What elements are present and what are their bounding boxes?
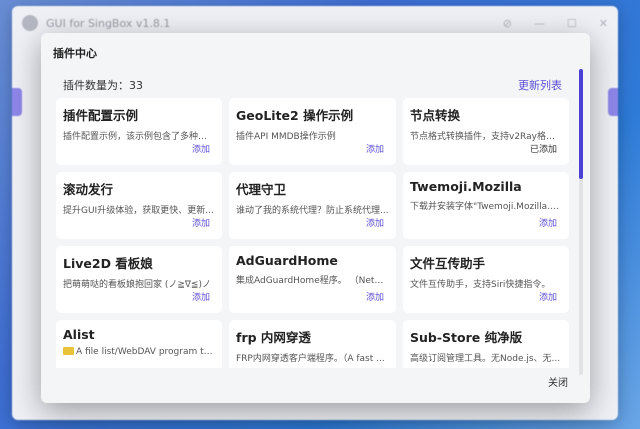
background-accent-right [608,88,618,116]
app-logo-icon [22,15,38,31]
plugin-title: 滚动发行 [63,182,114,197]
plugin-title: Live2D 看板娘 [63,256,153,271]
add-plugin-button[interactable]: 添加 [539,216,557,229]
plugin-card: frp 内网穿透 FRP内网穿透客户端程序。（A fast ... [229,320,396,368]
add-plugin-button[interactable]: 添加 [539,290,557,303]
plugin-card: Alist A file list/WebDAV program th... [56,320,222,368]
plugin-description: 高级订阅管理工具。无Node.js、无... [410,351,562,364]
add-plugin-button[interactable]: 添加 [192,216,210,229]
plugin-description: 插件API MMDB操作示例 [236,129,389,142]
pin-icon[interactable]: ⊘ [503,17,512,30]
scrollbar-track[interactable] [579,69,583,375]
plugin-description-text: 集成AdGuardHome程序。 （Netw... [236,276,389,286]
plugin-title: Sub-Store 纯净版 [410,330,523,345]
background-accent-left [12,88,22,116]
plugin-card: 插件配置示例插件配置示例，该示例包含了多种数据... 添加 [56,98,222,165]
plugin-card: Sub-Store 纯净版高级订阅管理工具。无Node.js、无... [403,320,569,368]
maximize-icon[interactable]: ☐ [567,17,577,30]
plugin-title: 插件配置示例 [63,108,139,123]
plugin-description: 文件互传助手，支持Siri快捷指令。 [410,277,562,290]
plugin-card: GeoLite2 操作示例插件API MMDB操作示例添加 [229,98,396,165]
plugin-description-text: 文件互传助手，支持Siri快捷指令。 [410,280,551,290]
plugin-description: 提升GUI升级体验，获取更快、更新... [63,203,215,216]
plugin-title: Alist [63,327,95,342]
refresh-list-button[interactable]: 更新列表 [518,77,562,93]
plugin-title: 节点转换 [410,108,461,123]
plugin-card: 代理守卫谁动了我的系统代理？防止系统代理... 添加 [229,172,396,239]
plugin-title: GeoLite2 操作示例 [236,108,354,123]
plugin-description-text: 插件API MMDB操作示例 [236,132,336,142]
add-plugin-button[interactable]: 添加 [366,290,384,303]
plugin-description: 集成AdGuardHome程序。 （Netw... [236,273,389,286]
window-controls: ⊘ — ☐ ✕ [503,17,608,30]
plugin-description: 谁动了我的系统代理？防止系统代理... [236,203,389,216]
plugin-description-text: 插件配置示例，该示例包含了多种数据... [63,132,215,142]
plugin-description-text: 提升GUI升级体验，获取更快、更新... [63,206,214,216]
plugin-card: Live2D 看板娘把萌萌哒的看板娘抱回家 (ノ≧∇≦)ノ 添加 [56,246,222,313]
close-dialog-button[interactable]: 关闭 [548,374,568,389]
plugin-description-text: 把萌萌哒的看板娘抱回家 (ノ≧∇≦)ノ [63,280,211,290]
plugin-description-text: 高级订阅管理工具。无Node.js、无... [410,354,561,364]
plugin-card: 滚动发行提升GUI升级体验，获取更快、更新... 添加 [56,172,222,239]
dialog-title: 插件中心 [53,47,97,60]
plugin-grid-scroll-area[interactable]: 插件配置示例 插件配置示例，该示例包含了多种数据... 添加 GeoLite2 操作示… [56,98,572,368]
plugin-card: 文件互传助手文件互传助手，支持Siri快捷指令。 添加 [403,246,569,313]
scrollbar-thumb[interactable] [579,69,583,179]
plugin-description-text: 节点格式转换插件，支持v2Ray格式... [410,132,562,142]
add-plugin-button[interactable]: 添加 [192,290,210,303]
plugin-description-text: A file list/WebDAV program th... [76,347,215,357]
plugin-title: AdGuardHome [236,253,338,268]
folder-icon [63,347,74,355]
plugin-description: FRP内网穿透客户端程序。（A fast ... [236,351,389,364]
plugin-description-text: 谁动了我的系统代理？防止系统代理... [236,206,389,216]
plugin-center-dialog: 插件中心 插件数量为：33 更新列表 插件配置示例插件配置示例，该示例包含了多种… [41,33,590,403]
plugin-description: 节点格式转换插件，支持v2Ray格式... [410,129,562,142]
add-plugin-button[interactable]: 添加 [366,142,384,155]
plugin-card: AdGuardHome 集成AdGuardHome程序。 （Netw... 添加 [229,246,396,313]
add-plugin-button[interactable]: 添加 [192,142,210,155]
plugin-description-text: FRP内网穿透客户端程序。（A fast ... [236,354,385,364]
plugin-title: frp 内网穿透 [236,330,311,345]
plugin-grid: 插件配置示例 插件配置示例，该示例包含了多种数据... 添加 GeoLite2 操作示… [56,98,572,368]
plugin-count-label: 插件数量为：33 [63,79,143,92]
plugin-installed-label: 已添加 [529,145,557,155]
plugin-card: 节点转换节点格式转换插件，支持v2Ray格式... 已添加 [403,98,569,165]
add-plugin-button[interactable]: 添加 [366,216,384,229]
close-window-icon[interactable]: ✕ [599,17,608,30]
plugin-description-text: 下载并安装字体"Twemoji.Mozilla.tt... [410,202,562,212]
plugin-card: Twemoji.Mozilla 下载并安装字体"Twemoji.Mozilla.t… [403,172,569,239]
plugin-description: A file list/WebDAV program th... [63,347,215,357]
plugin-title: 文件互传助手 [410,256,486,271]
plugin-description: 下载并安装字体"Twemoji.Mozilla.tt... [410,199,562,212]
plugin-title: 代理守卫 [236,182,287,197]
background-app-title: GUI for SingBox v1.8.1 [46,16,171,30]
plugin-title: Twemoji.Mozilla [410,179,522,194]
minimize-icon[interactable]: — [534,17,545,30]
plugin-description: 把萌萌哒的看板娘抱回家 (ノ≧∇≦)ノ [63,277,215,290]
plugin-description: 插件配置示例，该示例包含了多种数据... [63,129,215,142]
